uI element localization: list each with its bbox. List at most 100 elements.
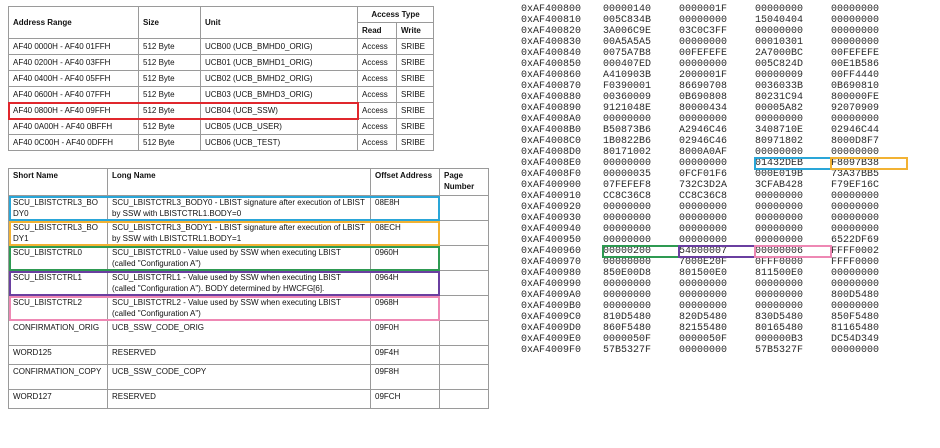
hex-word: 15040404	[755, 15, 804, 26]
hex-word: 00000000	[679, 224, 728, 235]
hex-word: 850E00D8	[603, 268, 652, 279]
write-cell: SRIBE	[396, 54, 434, 71]
address-range-cell: AF40 0600H - AF40 07FFH	[8, 86, 139, 103]
hex-word: CC8C36C8	[603, 191, 652, 202]
offset-address-cell: 08ECH	[370, 220, 440, 246]
hex-row: 0xAF400900 07FEFEF8 732C3D2A 3CFAB428 F79EF1…	[521, 180, 921, 191]
hex-word: 81165480	[831, 323, 880, 334]
hex-word: 73A37BB5	[831, 169, 880, 180]
hex-row: 0xAF4009F0 57B5327F 00000000 57B5327F 000000…	[521, 345, 921, 356]
hex-row: 0xAF400910 CC8C36C8 CC8C36C8 00000000 000000…	[521, 191, 921, 202]
hex-word: 00000000	[755, 191, 804, 202]
unit-cell: UCB00 (UCB_BMHD0_ORIG)	[200, 38, 358, 55]
hex-word: 00000000	[679, 290, 728, 301]
register-row: CONFIRMATION_ORIG UCB_SSW_CODE_ORIG 09F0H	[8, 320, 489, 346]
size-cell: 512 Byte	[138, 38, 201, 55]
hex-word: 0B690808	[679, 92, 728, 103]
offset-address-cell: 0960H	[370, 245, 440, 271]
hex-word: 00000000	[755, 213, 804, 224]
unit-cell: UCB01 (UCB_BMHD1_ORIG)	[200, 54, 358, 71]
hex-word: FFFF0002	[831, 246, 880, 257]
page-number-cell	[439, 195, 489, 221]
hex-word: 00010301	[755, 37, 804, 48]
offset-address-cell: 08E8H	[370, 195, 440, 221]
header-read: Read	[357, 22, 397, 39]
hex-row: 0xAF400870 F0390001 86690708 0036033B 0B6908…	[521, 81, 921, 92]
short-name-cell: WORD125	[8, 345, 108, 365]
hex-word: 00000000	[603, 213, 652, 224]
hex-address: 0xAF4009B0	[521, 301, 582, 312]
write-cell: SRIBE	[396, 118, 434, 135]
short-name-cell: WORD127	[8, 389, 108, 409]
short-name-cell: SCU_LBISTCTRL1	[8, 270, 108, 296]
hex-word: 00360009	[603, 92, 652, 103]
short-name-cell: SCU_LBISTCTRL2	[8, 295, 108, 321]
hex-word: 800D5480	[831, 290, 880, 301]
hex-word: 6522DF69	[831, 235, 880, 246]
register-row: CONFIRMATION_COPY UCB_SSW_CODE_COPY 09F8H	[8, 364, 489, 390]
offset-address-cell: 0964H	[370, 270, 440, 296]
hex-word: 00000140	[603, 4, 652, 15]
hex-word: 07FEFEF8	[603, 180, 652, 191]
hex-word: 0000001F	[679, 4, 728, 15]
register-table: Short Name Long Name Offset Address Page…	[8, 168, 489, 409]
hex-word: 00000000	[603, 158, 652, 169]
page-number-cell	[439, 245, 489, 271]
hex-row: 0xAF400830 00A5A5A5 00000000 00010301 000000…	[521, 37, 921, 48]
header-write: Write	[396, 22, 434, 39]
hex-word: 82155480	[679, 323, 728, 334]
hex-word: 0FFF0000	[755, 257, 804, 268]
hex-address: 0xAF4008E0	[521, 158, 582, 169]
hex-word: 801500E0	[679, 268, 728, 279]
hex-word: 810D5480	[603, 312, 652, 323]
read-cell: Access	[357, 70, 397, 87]
hex-row: 0xAF4008F0 00000035 0FCF01F6 000E019B 73A37B…	[521, 169, 921, 180]
hex-word: F0390001	[603, 81, 652, 92]
long-name-cell: SCU_LBISTCTRL0 - Value used by SSW when …	[107, 245, 371, 271]
hex-word: 00000000	[679, 59, 728, 70]
hex-word: 00000000	[755, 224, 804, 235]
hex-address: 0xAF400890	[521, 103, 582, 114]
hex-address: 0xAF400840	[521, 48, 582, 59]
hex-word: 00000000	[831, 213, 880, 224]
long-name-cell: SCU_LBISTCTRL1 - Value used by SSW when …	[107, 270, 371, 296]
hex-word: 850F5480	[831, 312, 880, 323]
hex-word: FFFF0000	[831, 257, 880, 268]
offset-address-cell: 09F0H	[370, 320, 440, 346]
hex-word: 00000000	[679, 158, 728, 169]
hex-word: 8000D8F7	[831, 136, 880, 147]
address-row: AF40 0A00H - AF40 0BFFH 512 Byte UCB05 (UC…	[8, 118, 434, 135]
header-page-number: Page Number	[439, 168, 489, 196]
hex-address: 0xAF400870	[521, 81, 582, 92]
hex-word: 00000000	[755, 290, 804, 301]
long-name-cell: RESERVED	[107, 345, 371, 365]
write-cell: SRIBE	[396, 38, 434, 55]
hex-row: 0xAF400960 00000200 54000007 00000006 FFFF00…	[521, 246, 921, 257]
size-cell: 512 Byte	[138, 118, 201, 135]
short-name-cell: SCU_LBISTCTRL3_BODY1	[8, 220, 108, 246]
page-number-cell	[439, 389, 489, 409]
hex-address: 0xAF400900	[521, 180, 582, 191]
hex-word: 00000000	[831, 26, 880, 37]
hex-word: 80231C94	[755, 92, 804, 103]
hex-word: 00000000	[831, 4, 880, 15]
hex-address: 0xAF400830	[521, 37, 582, 48]
hex-word: 00000000	[831, 224, 880, 235]
hex-word: 00000000	[679, 37, 728, 48]
hex-word: 00000000	[603, 114, 652, 125]
hex-word: 00000000	[603, 290, 652, 301]
hex-word: 0B690810	[831, 81, 880, 92]
address-range-cell: AF40 0C00H - AF40 0DFFH	[8, 134, 139, 151]
read-cell: Access	[357, 102, 397, 119]
hex-address: 0xAF4008F0	[521, 169, 582, 180]
header-access-type: Access Type	[357, 6, 434, 23]
hex-word: 00000000	[755, 202, 804, 213]
write-cell: SRIBE	[396, 86, 434, 103]
hex-row: 0xAF4008E0 00000000 00000000 01432DEB F8097B…	[521, 158, 921, 169]
hex-row: 0xAF4009D0 860F5480 82155480 80165480 811654…	[521, 323, 921, 334]
hex-row: 0xAF400930 00000000 00000000 00000000 000000…	[521, 213, 921, 224]
register-row: SCU_LBISTCTRL0 SCU_LBISTCTRL0 - Value use…	[8, 245, 489, 271]
read-cell: Access	[357, 118, 397, 135]
unit-cell: UCB02 (UCB_BMHD2_ORIG)	[200, 70, 358, 87]
hex-word: 8000A0AF	[679, 147, 728, 158]
